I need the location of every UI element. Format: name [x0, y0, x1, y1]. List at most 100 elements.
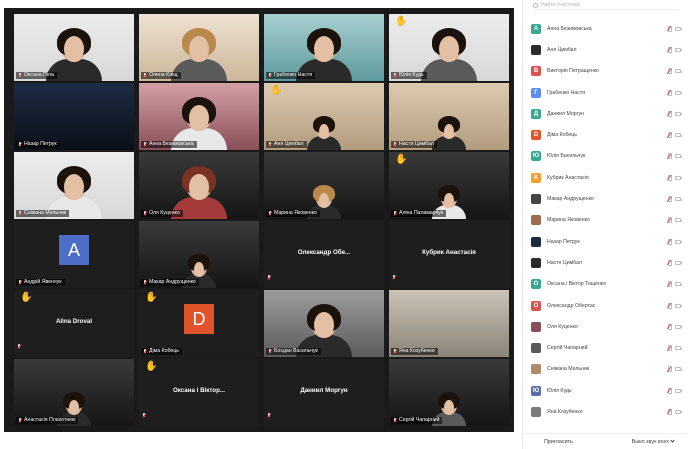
mic-muted-icon[interactable] — [666, 196, 672, 203]
participant-name: Настя Цимбал — [399, 141, 434, 147]
participant-row[interactable]: Настя Цимбал — [531, 252, 683, 273]
head — [313, 116, 335, 139]
mic-muted-icon[interactable] — [666, 366, 672, 373]
video-camera-icon[interactable] — [675, 197, 683, 202]
video-camera-icon[interactable] — [675, 324, 683, 329]
mic-muted-icon[interactable] — [666, 132, 672, 139]
participant-avatar: Д — [531, 108, 541, 119]
mic-muted-icon[interactable] — [666, 408, 672, 415]
video-tile[interactable]: Настя Цимбал — [389, 83, 509, 150]
video-tile[interactable]: Сніжана Мельник — [14, 152, 134, 219]
participant-row[interactable]: D Діма Кобець — [531, 124, 683, 145]
video-camera-icon[interactable] — [675, 154, 683, 159]
mic-muted-icon[interactable] — [666, 238, 672, 245]
participant-row[interactable]: Аня Цимбал — [531, 39, 683, 60]
participant-row[interactable]: Г Грабенко Настя — [531, 82, 683, 103]
mic-muted-icon[interactable] — [666, 345, 672, 352]
video-camera-icon[interactable] — [675, 409, 683, 414]
participant-row[interactable]: Оля Куценко — [531, 316, 683, 337]
participant-status-icons — [666, 217, 683, 224]
participant-name: Грабенко Настя — [274, 72, 313, 78]
participant-row[interactable]: В Викторія Петращенко — [531, 61, 683, 82]
mic-muted-icon[interactable] — [666, 46, 672, 53]
video-tile[interactable]: A Андрій Явенчук — [14, 221, 134, 288]
video-camera-icon[interactable] — [675, 239, 683, 244]
video-camera-icon[interactable] — [675, 367, 683, 372]
invite-button[interactable]: Пригласить — [541, 437, 576, 447]
video-tile[interactable]: Олена Кліщ — [139, 14, 259, 81]
video-camera-icon[interactable] — [675, 175, 683, 180]
video-tile[interactable]: Анастасія Плахотнюк — [14, 359, 134, 426]
video-camera-icon[interactable] — [675, 260, 683, 265]
participant-row[interactable]: Сніжана Мельник — [531, 359, 683, 380]
video-tile[interactable]: Бохдан Васильчук — [264, 290, 384, 357]
mic-muted-icon[interactable] — [666, 323, 672, 330]
search-placeholder: Найти участника — [541, 2, 580, 8]
video-camera-icon[interactable] — [675, 388, 683, 393]
participant-row[interactable]: Назар Петрук — [531, 231, 683, 252]
video-camera-icon[interactable] — [675, 69, 683, 74]
video-camera-icon[interactable] — [675, 346, 683, 351]
video-camera-icon[interactable] — [675, 218, 683, 223]
video-camera-icon[interactable] — [675, 111, 683, 116]
video-tile[interactable]: Оля Куценко — [139, 152, 259, 219]
video-tile[interactable]: Сергій Чапарний — [389, 359, 509, 426]
video-tile[interactable]: Кубрик Анастасія — [389, 221, 509, 288]
participant-row[interactable]: Сергій Чапарний — [531, 337, 683, 358]
participant-row[interactable]: Ю Юлія Васильчук — [531, 146, 683, 167]
participant-row[interactable]: Яна Козубенко — [531, 401, 683, 422]
mic-muted-icon[interactable] — [666, 25, 672, 32]
mic-muted-icon[interactable] — [666, 174, 672, 181]
mic-muted-icon[interactable] — [666, 387, 672, 394]
participant-video-silhouette — [432, 116, 466, 150]
video-feed — [14, 83, 134, 150]
video-camera-icon[interactable] — [675, 47, 683, 52]
mic-muted-icon[interactable] — [666, 302, 672, 309]
participant-row[interactable]: К Кубрик Анастасія — [531, 167, 683, 188]
mic-muted-icon[interactable] — [666, 89, 672, 96]
mic-muted-icon[interactable] — [666, 281, 672, 288]
video-camera-icon[interactable] — [675, 90, 683, 95]
mic-muted-icon — [392, 267, 396, 285]
video-tile[interactable]: Оксана і Віктор... ✋ — [139, 359, 259, 426]
participant-row[interactable]: Макар Андрущенко — [531, 188, 683, 209]
mic-muted-icon[interactable] — [666, 68, 672, 75]
mic-muted-icon[interactable] — [666, 259, 672, 266]
video-camera-icon[interactable] — [675, 282, 683, 287]
mic-muted-icon-glyph — [142, 413, 146, 418]
video-tile[interactable]: ✋ Аня Цимбал — [264, 83, 384, 150]
video-tile[interactable]: Грабенко Настя — [264, 14, 384, 81]
mute-all-button[interactable]: Выкл звук всех — [629, 437, 677, 447]
mic-muted-icon — [143, 73, 147, 78]
video-tile[interactable]: Назар Петрук — [14, 83, 134, 150]
participant-search[interactable]: Найти участника — [533, 1, 679, 10]
mic-muted-icon[interactable] — [666, 110, 672, 117]
video-tile[interactable]: ✋ Аліна Паламарчук — [389, 152, 509, 219]
video-tile[interactable]: ✋ Юлія Кудь — [389, 14, 509, 81]
head — [438, 392, 460, 415]
video-camera-icon[interactable] — [675, 303, 683, 308]
video-tile[interactable]: Марина Яковенко — [264, 152, 384, 219]
video-tile[interactable]: Alina Droval ✋ — [14, 290, 134, 357]
video-tile[interactable]: Анна Безимовська — [139, 83, 259, 150]
video-tile[interactable]: D ✋ Діма Кобець — [139, 290, 259, 357]
video-camera-icon[interactable] — [675, 26, 683, 31]
participant-row[interactable]: А Анна Безимовська — [531, 18, 683, 39]
participant-name: Сніжана Мельник — [24, 210, 67, 216]
participant-row[interactable]: О Олександр Обертас — [531, 295, 683, 316]
participant-row[interactable]: О Оксана і Віктор Тищенко — [531, 274, 683, 295]
participant-avatar: Г — [531, 87, 541, 98]
video-tile[interactable]: Яна Козубенко — [389, 290, 509, 357]
mic-muted-icon[interactable] — [666, 217, 672, 224]
chevron-down-icon — [670, 437, 675, 443]
video-tile[interactable]: Оксана Піла — [14, 14, 134, 81]
participant-row[interactable]: Д Даниил Моргун — [531, 103, 683, 124]
participant-status-icons — [666, 174, 683, 181]
video-tile[interactable]: Даниил Моргун — [264, 359, 384, 426]
video-tile[interactable]: Олександр Обе... — [264, 221, 384, 288]
mic-muted-icon[interactable] — [666, 153, 672, 160]
participant-row[interactable]: Марина Яковенко — [531, 210, 683, 231]
video-tile[interactable]: Макар Андрущенко — [139, 221, 259, 288]
participant-row[interactable]: Ю Юлія Кудь — [531, 380, 683, 401]
video-camera-icon[interactable] — [675, 133, 683, 138]
